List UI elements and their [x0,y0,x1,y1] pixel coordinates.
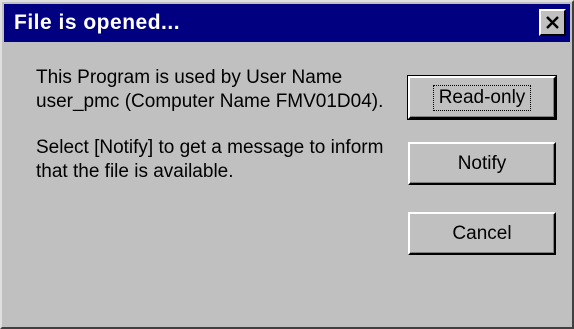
file-opened-dialog: File is opened... This Program is used b… [0,0,574,329]
close-icon [546,16,559,29]
dialog-title: File is opened... [14,11,181,34]
title-bar[interactable]: File is opened... [4,4,570,42]
message-line-notify: Select [Notify] to get a message to info… [36,137,384,182]
notify-button[interactable]: Notify [408,142,556,185]
cancel-button[interactable]: Cancel [408,212,556,255]
close-button[interactable] [539,9,566,36]
read-only-label: Read-only [432,85,532,111]
read-only-button[interactable]: Read-only [407,75,557,120]
message-text: This Program is used by User Name user_p… [36,66,416,184]
message-line-user: This Program is used by User Name user_p… [36,67,384,112]
